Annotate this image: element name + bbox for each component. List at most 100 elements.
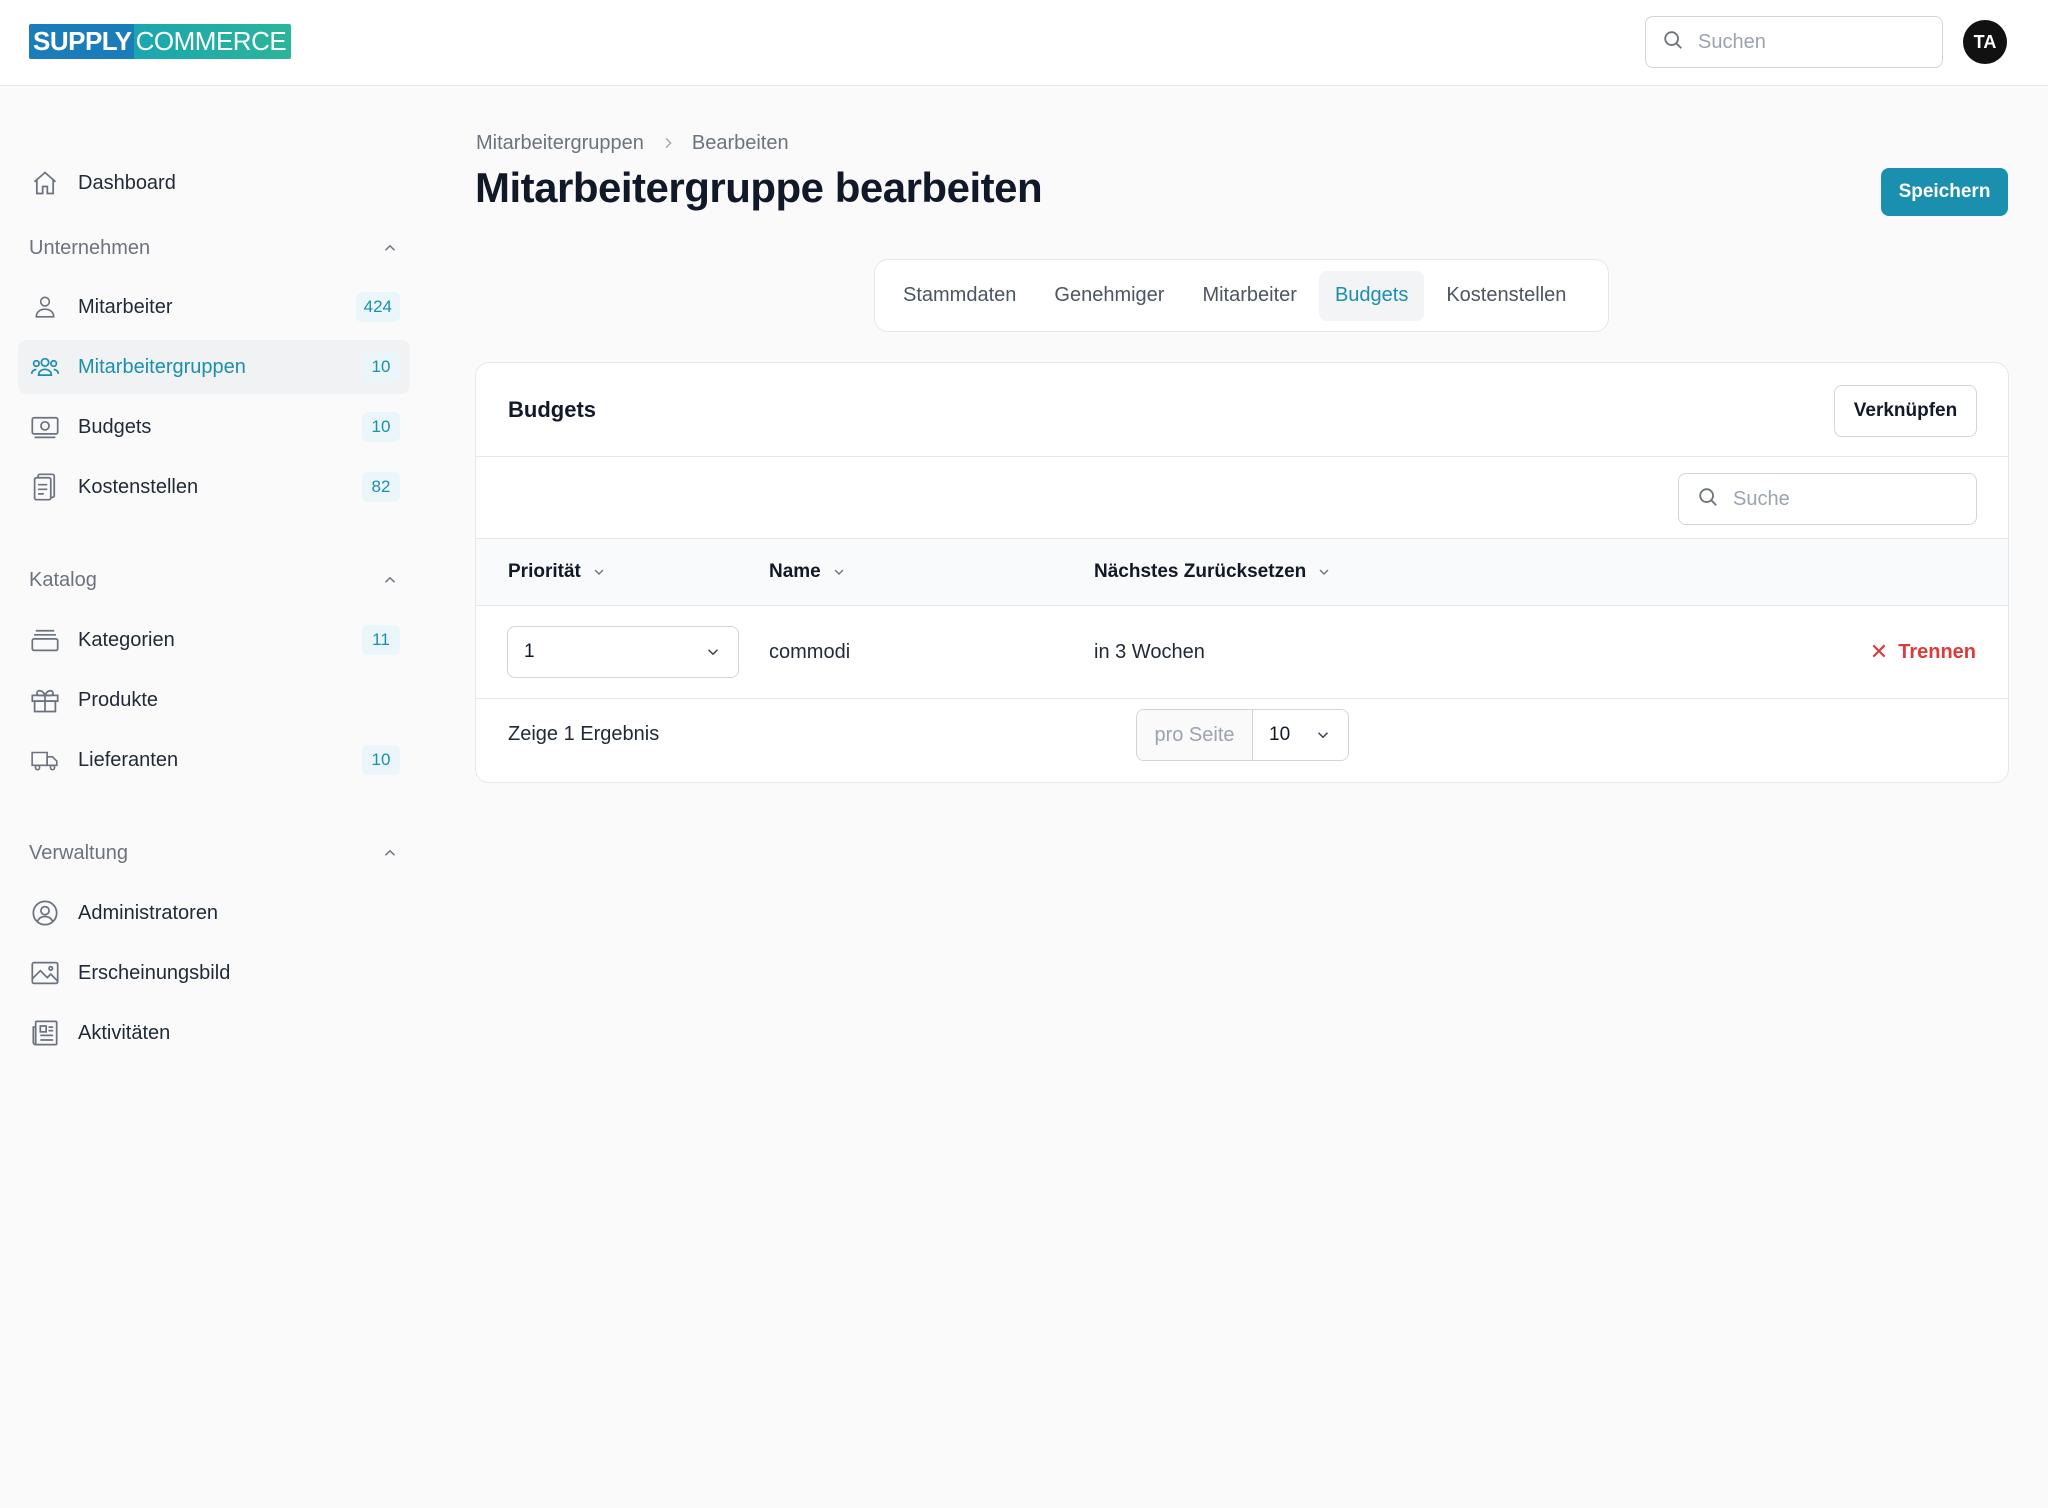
- tab-stammdaten[interactable]: Stammdaten: [887, 271, 1032, 321]
- sidebar-item-label: Erscheinungsbild: [78, 961, 231, 984]
- column-label: Priorität: [508, 561, 581, 582]
- tab-bar: Stammdaten Genehmiger Mitarbeiter Budget…: [874, 259, 1609, 332]
- sidebar-item-lieferanten[interactable]: Lieferanten 10: [18, 733, 410, 787]
- page-title: Mitarbeitergruppe bearbeiten: [475, 164, 1043, 211]
- brand-logo[interactable]: SUPPLY COMMERCE: [29, 24, 292, 59]
- count-badge: 10: [362, 745, 400, 775]
- section-katalog-toggle[interactable]: Katalog: [29, 565, 399, 595]
- chevron-up-icon: [381, 571, 399, 589]
- card-title: Budgets: [508, 397, 596, 422]
- sidebar-item-label: Aktivitäten: [78, 1021, 171, 1044]
- sidebar-item-mitarbeitergruppen[interactable]: Mitarbeitergruppen 10: [18, 340, 410, 394]
- column-header-prioritaet[interactable]: Priorität: [508, 539, 607, 605]
- budget-name: commodi: [769, 640, 851, 663]
- sidebar-item-label: Lieferanten: [78, 748, 179, 771]
- count-badge: 10: [362, 352, 400, 382]
- users-group-icon: [30, 352, 60, 382]
- sidebar-item-label: Produkte: [78, 688, 159, 711]
- sidebar-item-kategorien[interactable]: Kategorien 11: [18, 613, 410, 667]
- budgets-card: Budgets Verknüpfen Suche Priorität Name …: [475, 362, 2009, 783]
- result-count: Zeige 1 Ergebnis: [508, 722, 660, 745]
- card-search-input[interactable]: Suche: [1678, 473, 1977, 525]
- sidebar-item-label: Kategorien: [78, 628, 175, 651]
- newspaper-icon: [30, 1018, 60, 1048]
- per-page-value: 10: [1269, 724, 1291, 745]
- sidebar-item-label: Administratoren: [78, 901, 219, 924]
- tab-budgets[interactable]: Budgets: [1318, 270, 1425, 321]
- section-verwaltung-toggle[interactable]: Verwaltung: [29, 838, 399, 868]
- count-badge: 424: [355, 292, 400, 322]
- brand-logo-part2: COMMERCE: [133, 24, 292, 59]
- sidebar-item-label: Budgets: [78, 415, 152, 438]
- sidebar-item-aktivitaeten[interactable]: Aktivitäten: [18, 1006, 410, 1060]
- priority-select[interactable]: 1: [507, 626, 739, 678]
- column-header-name[interactable]: Name: [769, 539, 847, 605]
- table-row: 1 commodi in 3 Wochen ✕ Trennen: [476, 606, 2008, 698]
- sidebar-item-label: Mitarbeiter: [78, 295, 173, 318]
- table-header: Priorität Name Nächstes Zurücksetzen: [476, 539, 2008, 605]
- global-search-placeholder: Suchen: [1698, 30, 1766, 53]
- brand-logo-part1: SUPPLY: [29, 24, 134, 59]
- link-button[interactable]: Verknüpfen: [1834, 385, 1977, 437]
- search-icon: [1697, 486, 1719, 513]
- avatar[interactable]: TA: [1963, 20, 2007, 64]
- divider: [476, 698, 2008, 699]
- money-icon: [30, 412, 60, 442]
- chevron-down-icon: [1316, 564, 1332, 580]
- sidebar-item-kostenstellen[interactable]: Kostenstellen 82: [18, 460, 410, 514]
- count-badge: 10: [362, 412, 400, 442]
- per-page-dropdown[interactable]: 10: [1253, 710, 1348, 760]
- per-page-select[interactable]: pro Seite 10: [1136, 709, 1349, 761]
- sidebar-item-label: Mitarbeitergruppen: [78, 355, 246, 378]
- chevron-up-icon: [381, 239, 399, 257]
- chevron-right-icon: [660, 135, 676, 151]
- divider: [476, 456, 2008, 457]
- tab-kostenstellen[interactable]: Kostenstellen: [1430, 271, 1582, 321]
- section-unternehmen-toggle[interactable]: Unternehmen: [29, 233, 399, 263]
- gift-icon: [30, 685, 60, 715]
- column-header-next-reset[interactable]: Nächstes Zurücksetzen: [1094, 539, 1332, 605]
- unlink-label: Trennen: [1898, 640, 1976, 663]
- chevron-down-icon: [704, 643, 722, 661]
- next-reset-value: in 3 Wochen: [1094, 640, 1205, 663]
- count-badge: 11: [362, 625, 400, 655]
- sidebar-item-label: Dashboard: [78, 171, 176, 194]
- column-label: Name: [769, 561, 821, 582]
- breadcrumb: Mitarbeitergruppen Bearbeiten: [476, 128, 789, 158]
- card-search-placeholder: Suche: [1733, 487, 1790, 510]
- priority-value: 1: [524, 641, 535, 662]
- chevron-down-icon: [831, 564, 847, 580]
- chevron-down-icon: [591, 564, 607, 580]
- user-circle-icon: [30, 898, 60, 928]
- save-button[interactable]: Speichern: [1881, 168, 2008, 216]
- truck-icon: [30, 745, 60, 775]
- unlink-button[interactable]: ✕ Trennen: [1870, 606, 1976, 698]
- tab-genehmiger[interactable]: Genehmiger: [1038, 271, 1180, 321]
- image-icon: [30, 958, 60, 988]
- column-label: Nächstes Zurücksetzen: [1094, 561, 1307, 582]
- per-page-label: pro Seite: [1137, 710, 1253, 760]
- section-title: Verwaltung: [29, 841, 128, 864]
- user-icon: [30, 292, 60, 322]
- global-search-input[interactable]: Suchen: [1645, 16, 1943, 68]
- close-icon: ✕: [1869, 639, 1889, 664]
- section-title: Katalog: [29, 568, 97, 591]
- sidebar-item-mitarbeiter[interactable]: Mitarbeiter 424: [18, 280, 410, 334]
- sidebar-item-administratoren[interactable]: Administratoren: [18, 886, 410, 940]
- sidebar-item-budgets[interactable]: Budgets 10: [18, 400, 410, 454]
- tab-mitarbeiter[interactable]: Mitarbeiter: [1186, 271, 1312, 321]
- home-icon: [30, 168, 60, 198]
- top-bar: SUPPLY COMMERCE Suchen TA: [0, 0, 2048, 86]
- chevron-up-icon: [381, 844, 399, 862]
- sidebar-item-produkte[interactable]: Produkte: [18, 673, 410, 727]
- breadcrumb-current: Bearbeiten: [691, 131, 789, 154]
- breadcrumb-parent-link[interactable]: Mitarbeitergruppen: [476, 132, 644, 155]
- sidebar-item-erscheinungsbild[interactable]: Erscheinungsbild: [18, 946, 410, 1000]
- tray-icon: [30, 625, 60, 655]
- clipboard-icon: [30, 472, 60, 502]
- sidebar-item-label: Kostenstellen: [78, 475, 199, 498]
- search-icon: [1662, 29, 1684, 56]
- sidebar-item-dashboard[interactable]: Dashboard: [18, 156, 410, 210]
- section-title: Unternehmen: [29, 236, 151, 259]
- count-badge: 82: [362, 472, 400, 502]
